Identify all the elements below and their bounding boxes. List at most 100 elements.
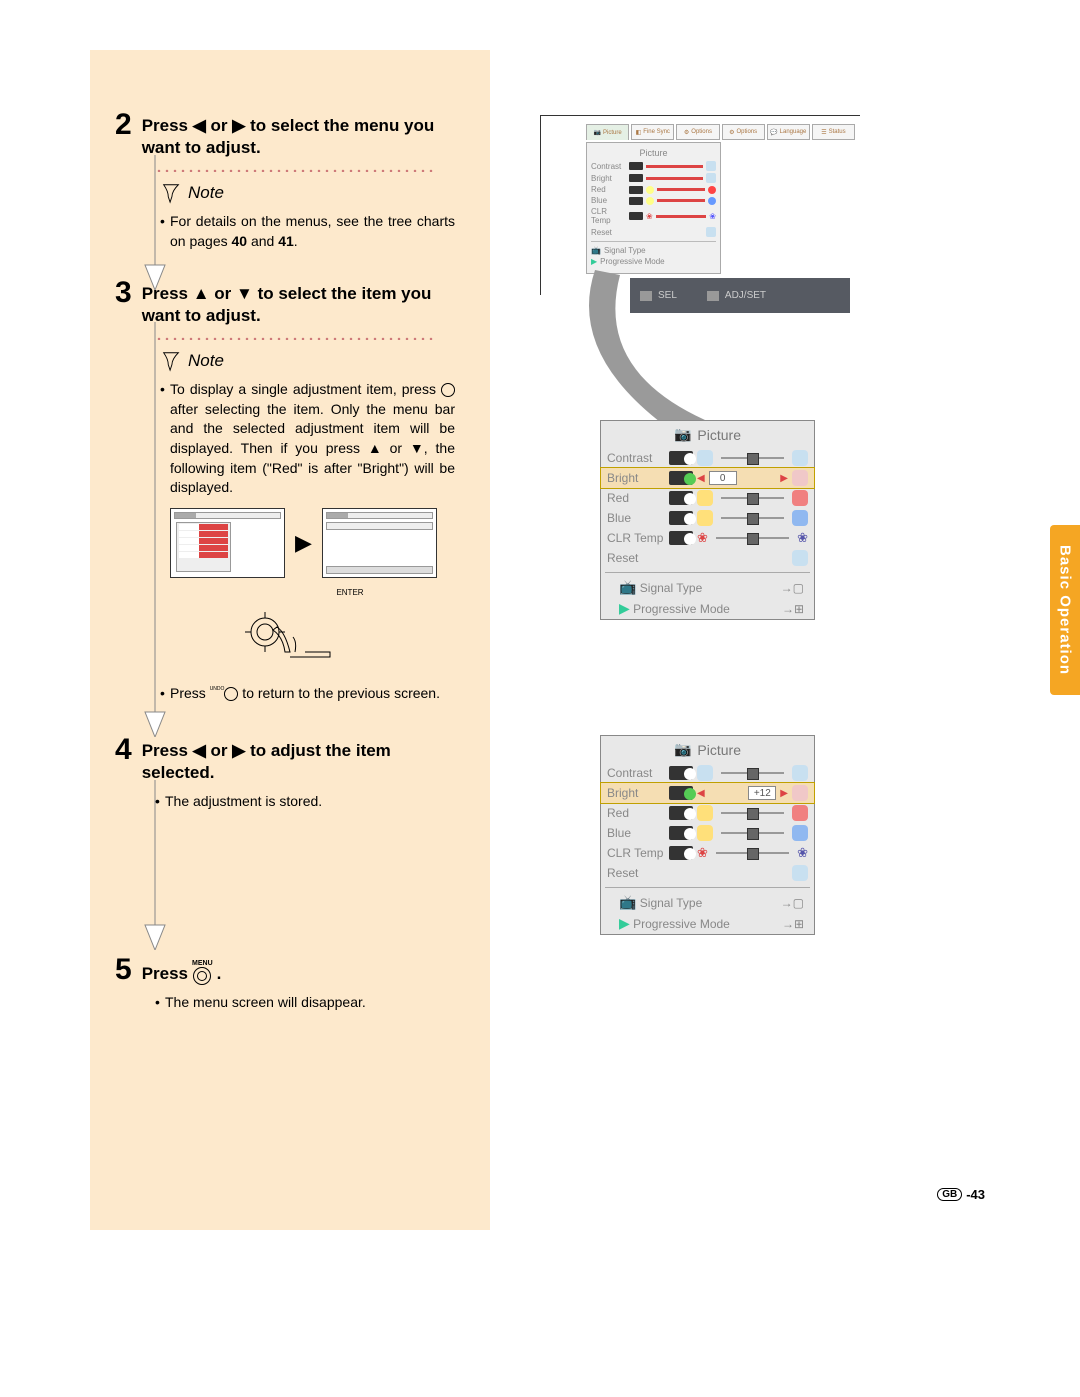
t: To display a single adjustment item, pre… (170, 381, 441, 397)
clrtemp-icon (669, 846, 693, 860)
tab-status[interactable]: ☰ Status (812, 124, 855, 140)
osd-row-contrast[interactable]: Contrast (601, 763, 814, 783)
t: Picture (697, 742, 741, 758)
top-picture-panel: Picture Contrast Bright Red Blue CLR Tem… (586, 142, 721, 274)
up-triangle-icon: ▲ (368, 439, 382, 459)
cool-icon: ❀ (797, 845, 808, 861)
left-arrow-icon: ◀ (697, 473, 705, 484)
section-tab: Basic Operation (1050, 525, 1080, 695)
cap (697, 805, 713, 821)
t: Picture (697, 427, 741, 443)
cool-icon: ❀ (797, 530, 808, 546)
signal-icon: 📺 (619, 579, 636, 595)
osd-picture-step4: 📷 Picture Contrast Bright ◀ +12 ▶ Red Blu… (600, 735, 815, 935)
label: Contrast (607, 451, 665, 465)
down-triangle-icon: ▼ (410, 439, 424, 459)
region-badge: GB (937, 1188, 962, 1201)
osd-row-red[interactable]: Red (601, 488, 814, 508)
osd-title: 📷 Picture (601, 736, 814, 763)
reset-icon (792, 550, 808, 566)
tab-picture[interactable]: 📷 Picture (586, 124, 629, 140)
t: or (206, 116, 232, 135)
picture-icon: 📷 (674, 741, 691, 758)
picture-icon: 📷 (674, 426, 691, 443)
slider[interactable] (721, 772, 784, 774)
cap (697, 825, 713, 841)
osd-row-bright-highlighted[interactable]: Bright ◀ +12 ▶ (601, 783, 814, 803)
tab-options2[interactable]: ⚙ Options (722, 124, 765, 140)
page-ref-41: 41 (278, 233, 294, 249)
t: For details on the menus, see the tree c… (170, 213, 455, 249)
red-icon (669, 806, 693, 820)
cap (697, 490, 713, 506)
note-header: Note (160, 182, 465, 204)
right-triangle-icon: ▶ (232, 740, 245, 762)
menu-label: MENU (192, 960, 213, 967)
progressive-icon: ▶ (619, 915, 630, 931)
top-tab-bar: 📷 Picture ◧ Fine Sync ⚙ Options ⚙ Option… (586, 124, 855, 140)
arrow-right-icon: →▢ (781, 581, 804, 595)
enter-button-icon (441, 383, 455, 397)
osd-foot-signal[interactable]: 📺 Signal Type →▢ (601, 892, 814, 913)
connector-2-3 (140, 155, 170, 290)
slider[interactable] (721, 497, 784, 499)
osd-row-reset[interactable]: Reset (601, 863, 814, 883)
bright-icon (669, 786, 693, 800)
tab-finesync[interactable]: ◧ Fine Sync (631, 124, 674, 140)
step-4-text: •The adjustment is stored. (165, 792, 455, 812)
divider (605, 887, 810, 888)
osd-row-red[interactable]: Red (601, 803, 814, 823)
osd-foot-signal[interactable]: 📺 Signal Type →▢ (601, 577, 814, 598)
osd-row-reset[interactable]: Reset (601, 548, 814, 568)
contrast-icon (669, 766, 693, 780)
up-triangle-icon: ▲ (193, 283, 210, 305)
reset-icon (792, 865, 808, 881)
t: Press (142, 284, 193, 303)
blue-icon (669, 826, 693, 840)
cap (792, 825, 808, 841)
t: The menu screen will disappear. (165, 994, 366, 1010)
right-arrow-icon: ▶ (780, 788, 788, 799)
cap (792, 490, 808, 506)
osd-row-clrtemp[interactable]: CLR Temp ❀ ❀ (601, 528, 814, 548)
arrow-right-icon: →⊞ (782, 602, 804, 616)
note-label: Note (188, 183, 224, 203)
mini-screens-diagram: ▶ (170, 508, 465, 578)
slider[interactable] (716, 852, 789, 854)
right-arrow-icon: ▶ (295, 530, 312, 556)
cap (792, 785, 808, 801)
step-2-number: 2 (115, 110, 132, 140)
step-2-note: •For details on the menus, see the tree … (170, 212, 455, 251)
step-5-title: Press MENU . (142, 955, 222, 985)
left-triangle-icon: ◀ (193, 115, 206, 137)
slider[interactable] (721, 517, 784, 519)
connector-3-4 (140, 322, 170, 737)
slider[interactable] (721, 832, 784, 834)
right-triangle-icon: ▶ (232, 115, 245, 137)
slider[interactable] (716, 537, 789, 539)
osd-foot-progressive[interactable]: ▶ Progressive Mode →⊞ (601, 598, 814, 619)
osd-row-bright-highlighted[interactable]: Bright ◀ 0 ▶ (601, 468, 814, 488)
down-triangle-icon: ▼ (236, 283, 253, 305)
osd-title: 📷 Picture (601, 421, 814, 448)
t: Signal Type (640, 896, 703, 910)
osd-foot-progressive[interactable]: ▶ Progressive Mode →⊞ (601, 913, 814, 934)
osd-row-blue[interactable]: Blue (601, 508, 814, 528)
undo-button-icon (224, 687, 238, 701)
label: Reset (607, 551, 665, 565)
cap (792, 450, 808, 466)
step-3-number: 3 (115, 278, 132, 308)
hand-icon (235, 597, 335, 667)
osd-row-contrast[interactable]: Contrast (601, 448, 814, 468)
tab-language[interactable]: 💬 Language (767, 124, 810, 140)
t: or (382, 440, 410, 456)
t: Progressive Mode (633, 917, 730, 931)
progressive-icon: ▶ (619, 600, 630, 616)
osd-row-clrtemp[interactable]: CLR Temp ❀ ❀ (601, 843, 814, 863)
tab-options1[interactable]: ⚙ Options (676, 124, 719, 140)
slider[interactable] (721, 457, 784, 459)
osd-row-blue[interactable]: Blue (601, 823, 814, 843)
contrast-icon (669, 451, 693, 465)
dotted-separator (155, 335, 435, 340)
slider[interactable] (721, 812, 784, 814)
